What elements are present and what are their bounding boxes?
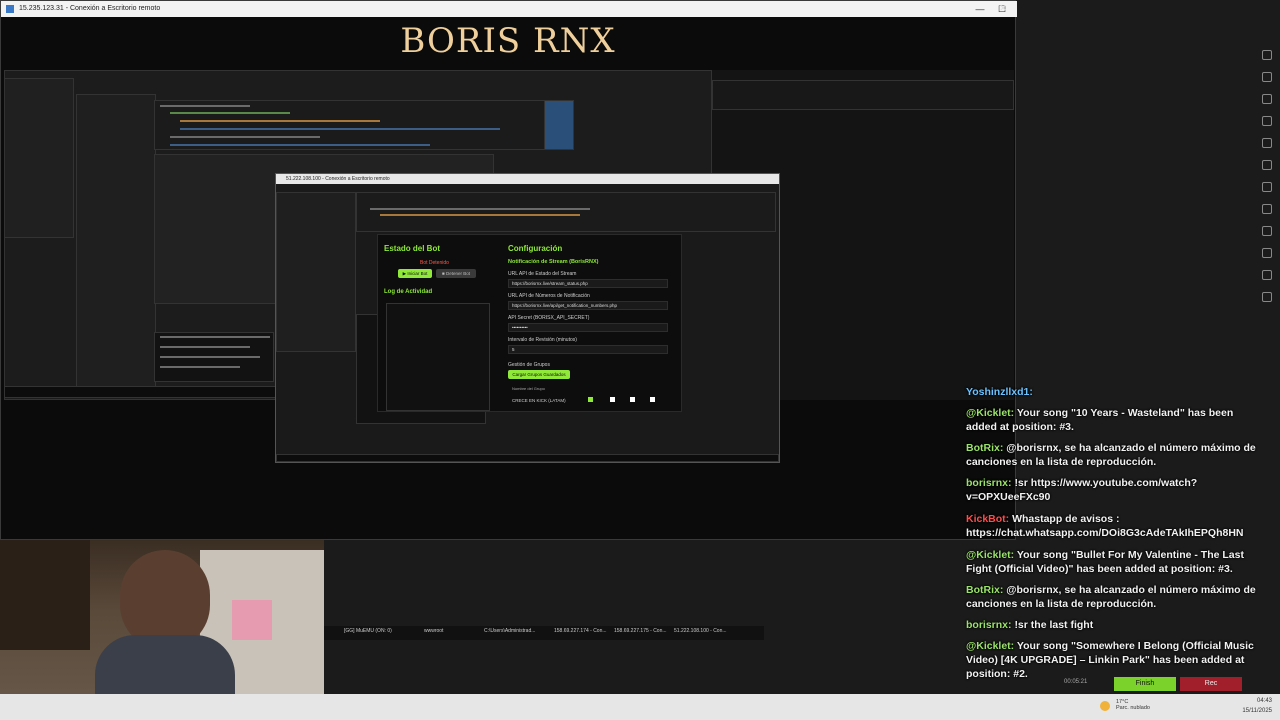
sidebar-icon[interactable] bbox=[1262, 138, 1272, 148]
taskbar-item[interactable]: C:\Users\Administrad... bbox=[484, 628, 535, 634]
rec-button[interactable]: Rec bbox=[1180, 677, 1242, 691]
remote-inner-taskbar bbox=[4, 386, 284, 398]
numbers-url-input[interactable]: https://borisrnx.live/api/get_notificati… bbox=[508, 301, 668, 310]
taskbar-item[interactable]: 158.69.227.175 - Con... bbox=[614, 628, 667, 634]
finish-button[interactable]: Finish bbox=[1114, 677, 1176, 691]
group-checkbox[interactable] bbox=[610, 397, 615, 402]
chat-message: KickBot: Whastapp de avisos : https://ch… bbox=[966, 513, 1244, 539]
minimap bbox=[544, 100, 574, 150]
right-sidebar bbox=[1256, 36, 1280, 636]
api-secret-input[interactable]: •••••••••• bbox=[508, 323, 668, 332]
sidebar-icon[interactable] bbox=[1262, 94, 1272, 104]
bot-status: Bot Detenido bbox=[420, 260, 449, 266]
chat-message: Yoshinzllxd1: bbox=[966, 386, 1033, 398]
minimize-button[interactable]: — bbox=[969, 3, 991, 15]
rec-timer: 00:05:21 bbox=[1064, 679, 1088, 685]
load-groups-button[interactable]: Cargar Grupos Guardados bbox=[508, 370, 570, 379]
sidebar-icon[interactable] bbox=[1262, 116, 1272, 126]
clock-date[interactable]: 15/11/2025 bbox=[1228, 708, 1272, 714]
weather-icon bbox=[1100, 701, 1110, 711]
sidebar-icon[interactable] bbox=[1262, 160, 1272, 170]
start-bot-button[interactable]: ▶ Iniciar Bot bbox=[398, 269, 432, 278]
groups-label: Gestión de Grupos bbox=[508, 362, 550, 368]
outer-titlebar[interactable]: 15.235.123.31 - Conexión a Escritorio re… bbox=[1, 1, 1017, 17]
group-checkbox[interactable] bbox=[650, 397, 655, 402]
interval-label: Intervalo de Revisión (minutos) bbox=[508, 337, 577, 343]
explorer-tree bbox=[76, 94, 156, 394]
chat-message: borisrnx: !sr the last fight bbox=[966, 619, 1094, 631]
status-title: Estado del Bot bbox=[384, 244, 441, 253]
weather-widget[interactable]: 17°C Parc. nublado bbox=[1116, 699, 1150, 711]
stream-url-label: URL API de Estado del Stream bbox=[508, 271, 577, 277]
notification-title: Notificación de Stream (BorisRNX) bbox=[508, 259, 599, 265]
background-box bbox=[232, 600, 272, 640]
taskbar-item[interactable]: wwwroot bbox=[424, 628, 443, 634]
system-taskbar bbox=[0, 694, 1280, 720]
sidebar-icon[interactable] bbox=[1262, 248, 1272, 258]
sidebar-icon[interactable] bbox=[1262, 270, 1272, 280]
stream-url-input[interactable]: https://borisrnx.live/stream_status.php bbox=[508, 279, 668, 288]
sidebar-icon[interactable] bbox=[1262, 182, 1272, 192]
group-checkbox[interactable] bbox=[630, 397, 635, 402]
sidebar-icon[interactable] bbox=[1262, 50, 1272, 60]
stop-bot-button[interactable]: ■ Detener Bot bbox=[436, 269, 476, 278]
taskbar-item[interactable]: 158.69.227.174 - Con... bbox=[554, 628, 607, 634]
bot-app-window: Estado del Bot Bot Detenido ▶ Iniciar Bo… bbox=[377, 234, 682, 412]
inner-explorer bbox=[276, 192, 356, 352]
inner-titlebar[interactable]: 51.222.108.100 - Conexión a Escritorio r… bbox=[276, 174, 779, 184]
sidebar-icon[interactable] bbox=[1262, 204, 1272, 214]
webcam-feed bbox=[0, 540, 324, 720]
inner-window-title: 51.222.108.100 - Conexión a Escritorio r… bbox=[286, 176, 390, 182]
file-explorer-sidebar bbox=[4, 78, 74, 238]
chat-message: @Kicklet: Your song "10 Years - Wastelan… bbox=[966, 407, 1234, 433]
group-name: CRECE EN KICK (LATAM) bbox=[512, 398, 566, 403]
log-title: Log de Actividad bbox=[384, 289, 433, 295]
config-title: Configuración bbox=[508, 244, 563, 253]
group-checkbox[interactable] bbox=[588, 397, 593, 402]
chat-message: @Kicklet: Your song "Bullet For My Valen… bbox=[966, 549, 1244, 575]
remote-right-panel bbox=[712, 80, 1014, 110]
weather-desc: Parc. nublado bbox=[1116, 705, 1150, 711]
sidebar-icon[interactable] bbox=[1262, 72, 1272, 82]
code-editor bbox=[154, 100, 574, 150]
chat-message: borisrnx: !sr https://www.youtube.com/wa… bbox=[966, 477, 1198, 503]
background-shelf bbox=[0, 540, 90, 650]
numbers-url-label: URL API de Números de Notificación bbox=[508, 293, 590, 299]
api-secret-label: API Secret (BORISX_API_SECRET) bbox=[508, 315, 590, 321]
sidebar-icon[interactable] bbox=[1262, 292, 1272, 302]
taskbar-item[interactable]: [GG] MuEMU (ON: 0) bbox=[344, 628, 392, 634]
chat-message: @Kicklet: Your song "Somewhere I Belong … bbox=[966, 640, 1254, 680]
chat-message: BotRix: @borisrnx, se ha alcanzado el nú… bbox=[966, 442, 1256, 468]
clock-time[interactable]: 04:43 bbox=[1228, 698, 1272, 704]
activity-log bbox=[386, 303, 490, 411]
remote-taskbar: [GG] MuEMU (ON: 0) wwwroot C:\Users\Admi… bbox=[324, 626, 764, 640]
taskbar-item[interactable]: 51.222.108.100 - Con... bbox=[674, 628, 727, 634]
group-column-header: Nombre del Grupo bbox=[512, 386, 545, 391]
outer-window-title: 15.235.123.31 - Conexión a Escritorio re… bbox=[19, 5, 161, 12]
chat-message: BotRix: @borisrnx, se ha alcanzado el nú… bbox=[966, 584, 1256, 610]
rdp-icon bbox=[6, 5, 14, 13]
inner-taskbar bbox=[276, 454, 779, 462]
close-button-outer[interactable]: ✕ bbox=[992, 2, 1014, 14]
brand-title: BORIS RNX bbox=[400, 21, 616, 61]
inner-editor bbox=[356, 192, 776, 232]
interval-input[interactable]: 5 bbox=[508, 345, 668, 354]
sidebar-icon[interactable] bbox=[1262, 226, 1272, 236]
